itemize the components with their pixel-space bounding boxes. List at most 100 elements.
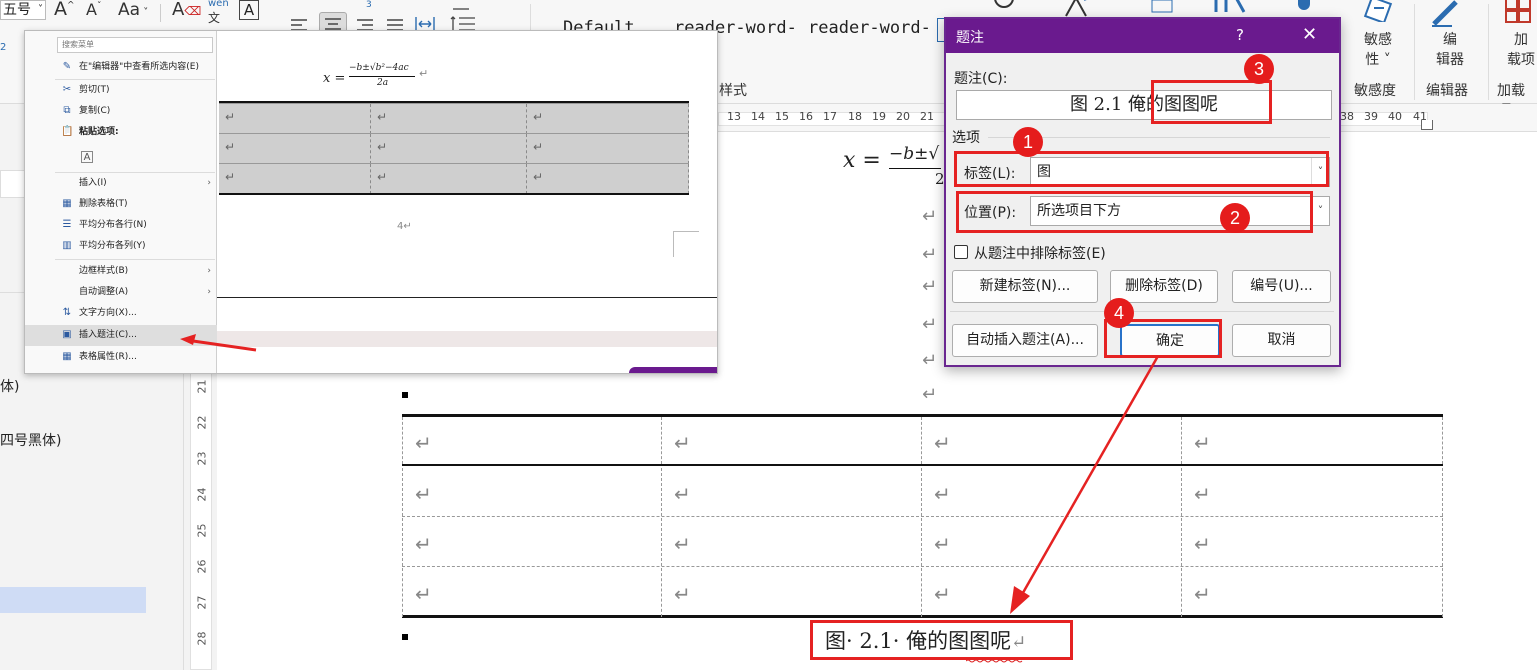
inset-table-cell: ↵: [219, 134, 371, 164]
font-size-dropdown[interactable]: 五号 ˅: [0, 0, 46, 20]
vruler-number: 21: [195, 379, 209, 394]
inset-table-cell: ↵: [219, 164, 371, 194]
menu-item-insert[interactable]: 插入(I) ›: [25, 173, 217, 194]
annotation-highlight-label: [954, 151, 1329, 187]
right-indent-marker[interactable]: [1421, 120, 1433, 130]
menu-item-border-styles[interactable]: 边框样式(B) ›: [25, 261, 217, 282]
editor-icon[interactable]: [1428, 0, 1466, 28]
menu-item-autofit[interactable]: 自动调整(A) ›: [25, 282, 217, 303]
table-cell[interactable]: ↵: [402, 518, 662, 566]
paragraph-mark: ↵: [922, 350, 938, 371]
delete-label-button[interactable]: 删除标签(D): [1110, 270, 1218, 303]
change-case-icon[interactable]: Aa ˅: [118, 0, 148, 20]
dialog-titlebar: 题注 ? ✕: [946, 19, 1339, 53]
inset-table-cell: ↵: [371, 164, 527, 194]
table-row: ↵ ↵ ↵ ↵: [402, 518, 1443, 567]
distribute-columns-icon: ▥: [62, 240, 72, 251]
select-icon[interactable]: [1148, 0, 1178, 16]
clear-formatting-icon[interactable]: A⌫: [172, 0, 201, 20]
sensitivity-icon[interactable]: [1362, 0, 1396, 25]
addins-icon[interactable]: [1504, 0, 1534, 24]
editor-button[interactable]: 编 辑器: [1430, 30, 1470, 70]
insert-caption-icon: ▣: [62, 329, 72, 340]
font-size-value: 五号: [3, 2, 31, 18]
style-reader-word-2[interactable]: reader-word-: [808, 18, 931, 38]
list-number-icon[interactable]: 3: [366, 0, 372, 10]
table-row: ↵ ↵ ↵ ↵: [402, 568, 1443, 617]
vruler-number: 27: [195, 595, 209, 610]
table-cell[interactable]: ↵: [402, 468, 662, 516]
inset-table-row: ↵ ↵ ↵: [219, 133, 689, 164]
options-group-label: 选项: [952, 130, 980, 146]
paragraph-bullet: [402, 634, 408, 640]
equation-fraction-bar: [889, 168, 941, 169]
editor-pen-icon: ✎: [62, 61, 72, 72]
table-row: ↵ ↵ ↵ ↵: [402, 417, 1443, 466]
menu-item-editor-view[interactable]: ✎ 在"编辑器"中查看所选内容(E): [25, 57, 217, 78]
inset-page-corner: [673, 231, 699, 257]
inset-table-row: ↵ ↵ ↵: [219, 103, 689, 134]
table-cell[interactable]: ↵: [662, 518, 922, 566]
table-cell[interactable]: ↵: [662, 468, 922, 516]
menu-item-text-direction[interactable]: ⇅ 文字方向(X)...: [25, 303, 217, 324]
ribbon-separator: [1414, 4, 1415, 100]
sensitivity-button[interactable]: 敏感 性 ˅: [1356, 30, 1400, 70]
inset-page-break-line: [217, 297, 717, 298]
scissors-icon: ✂: [62, 84, 72, 95]
vruler-number: 23: [195, 451, 209, 466]
shrink-font-icon[interactable]: Aˇ: [86, 0, 101, 19]
sort-icon[interactable]: [449, 0, 477, 10]
table-cell[interactable]: ↵: [1182, 518, 1443, 566]
inset-table-cell: ↵: [371, 104, 527, 134]
ruler-number: 18: [848, 110, 862, 123]
addins-button[interactable]: 加 载项: [1503, 30, 1537, 70]
buttons-divider: [950, 311, 1334, 312]
menu-item-cut[interactable]: ✂ 剪切(T): [25, 80, 217, 101]
menu-item-delete-table[interactable]: ▦ 删除表格(T): [25, 194, 217, 215]
vruler-number: 24: [195, 487, 209, 502]
paragraph-mark: ↵: [922, 314, 938, 335]
inset-page-number: 4↵: [397, 221, 412, 232]
ruler-number: 38: [1340, 110, 1354, 123]
vruler-number: 25: [195, 523, 209, 538]
table-row: ↵ ↵ ↵ ↵: [402, 468, 1443, 517]
cancel-button[interactable]: 取消: [1232, 324, 1331, 357]
ruler-number: 15: [775, 110, 789, 123]
menu-item-paste-text[interactable]: A: [25, 147, 217, 168]
nav-heading-item[interactable]: 四号黑体): [0, 430, 61, 450]
menu-search-input[interactable]: 搜索菜单: [57, 37, 213, 53]
table-cell[interactable]: ↵: [662, 417, 922, 464]
ruler-number: 20: [896, 110, 910, 123]
table-cell[interactable]: ↵: [402, 568, 662, 617]
table-cell[interactable]: ↵: [1182, 468, 1443, 516]
sensitivity-group-label: 敏感度: [1354, 83, 1396, 99]
ribbon-divider: [160, 4, 161, 22]
menu-item-distribute-columns[interactable]: ▥ 平均分布各列(Y): [25, 236, 217, 257]
table-cell[interactable]: ↵: [1182, 568, 1443, 617]
table-cell[interactable]: ↵: [1182, 417, 1443, 464]
character-border-icon[interactable]: A: [239, 0, 259, 20]
numbering-button[interactable]: 编号(U)...: [1232, 270, 1331, 303]
menu-item-paste-options: 📋 粘贴选项:: [61, 126, 119, 137]
exclude-label-checkbox[interactable]: [954, 245, 968, 259]
help-icon[interactable]: ?: [1236, 26, 1244, 44]
inset-table-cell: ↵: [527, 164, 689, 194]
nav-heading-item[interactable]: 体): [0, 376, 19, 396]
find-icon[interactable]: [990, 0, 1020, 16]
menu-item-copy[interactable]: ⧉ 复制(C): [25, 101, 217, 122]
close-icon[interactable]: ✕: [1302, 24, 1317, 45]
paragraph-mark: ↵: [922, 206, 938, 227]
equation-lhs: x =: [843, 148, 881, 173]
menu-item-distribute-rows[interactable]: ☰ 平均分布各行(N): [25, 215, 217, 236]
inset-table-cell: ↵: [219, 104, 371, 134]
step-badge-2: 2: [1220, 203, 1250, 233]
nav-selected-item[interactable]: [0, 587, 146, 613]
table-cell[interactable]: ↵: [662, 568, 922, 617]
caption-input[interactable]: 图 2.1 俺的图图呢: [956, 90, 1332, 120]
document-table[interactable]: ↵ ↵ ↵ ↵ ↵ ↵ ↵ ↵ ↵ ↵ ↵ ↵ ↵ ↵ ↵ ↵: [402, 414, 1443, 618]
phonetic-guide-icon[interactable]: wén 文: [208, 0, 229, 26]
table-cell[interactable]: ↵: [402, 417, 662, 464]
new-label-button[interactable]: 新建标签(N)...: [952, 270, 1098, 303]
ruler-number: 19: [872, 110, 886, 123]
grow-font-icon[interactable]: A^: [54, 0, 75, 20]
